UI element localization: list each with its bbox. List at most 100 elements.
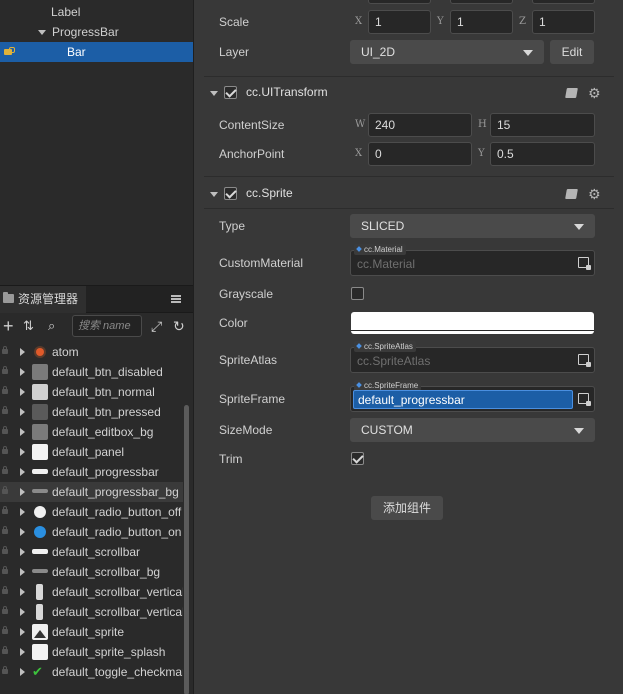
- refresh-icon[interactable]: ↻: [173, 317, 185, 335]
- chevron-right-icon[interactable]: [20, 368, 25, 376]
- lock-icon[interactable]: [2, 386, 8, 394]
- hierarchy-node-progressbar[interactable]: ProgressBar: [38, 22, 119, 42]
- help-book-icon[interactable]: [565, 88, 578, 98]
- list-item[interactable]: default_sprite: [0, 622, 183, 642]
- lock-icon[interactable]: [2, 406, 8, 414]
- chevron-right-icon[interactable]: [20, 488, 25, 496]
- lock-open-icon[interactable]: [4, 47, 15, 56]
- gear-icon[interactable]: ⚙: [588, 86, 601, 100]
- list-item[interactable]: default_scrollbar_vertical_bg: [0, 602, 183, 622]
- chevron-right-icon[interactable]: [20, 408, 25, 416]
- color-swatch[interactable]: [351, 312, 594, 334]
- trim-checkbox[interactable]: [351, 452, 364, 465]
- uitransform-header[interactable]: cc.UITransform ⚙: [194, 78, 623, 108]
- list-item[interactable]: default_progressbar: [0, 462, 183, 482]
- lock-icon[interactable]: [2, 506, 8, 514]
- list-item[interactable]: default_panel: [0, 442, 183, 462]
- chevron-right-icon[interactable]: [20, 548, 25, 556]
- add-component-button[interactable]: 添加组件: [371, 496, 443, 520]
- search-filter-icon[interactable]: ⌕: [48, 317, 55, 335]
- chevron-right-icon[interactable]: [20, 568, 25, 576]
- scale-y-field[interactable]: 1: [450, 10, 513, 34]
- grayscale-checkbox[interactable]: [351, 287, 364, 300]
- collapse-arrow-icon[interactable]: [210, 192, 218, 197]
- chevron-right-icon[interactable]: [20, 528, 25, 536]
- contentsize-height-field[interactable]: 15: [490, 113, 595, 137]
- chevron-right-icon[interactable]: [20, 608, 25, 616]
- sort-icon[interactable]: ⇅: [23, 317, 34, 335]
- list-item[interactable]: default_btn_normal: [0, 382, 183, 402]
- custommaterial-field[interactable]: cc.Material cc.Material: [350, 244, 595, 276]
- list-item[interactable]: default_editbox_bg: [0, 422, 183, 442]
- chevron-right-icon[interactable]: [20, 348, 25, 356]
- sprite-header[interactable]: cc.Sprite ⚙: [194, 179, 623, 209]
- spriteframe-field[interactable]: cc.SpriteFrame default_progressbar: [350, 380, 595, 412]
- list-item[interactable]: default_scrollbar_bg: [0, 562, 183, 582]
- scale-x-field[interactable]: 1: [368, 10, 431, 34]
- list-item[interactable]: default_radio_button_on: [0, 522, 183, 542]
- list-item[interactable]: default_progressbar_bg: [0, 482, 183, 502]
- chevron-right-icon[interactable]: [20, 648, 25, 656]
- chevron-right-icon[interactable]: [20, 588, 25, 596]
- gear-icon[interactable]: ⚙: [588, 187, 601, 201]
- lock-icon[interactable]: [2, 426, 8, 434]
- asset-picker-icon[interactable]: [578, 354, 591, 367]
- asset-picker-icon[interactable]: [578, 257, 591, 270]
- chevron-right-icon[interactable]: [20, 468, 25, 476]
- scale-z-field[interactable]: 1: [532, 10, 595, 34]
- chevron-right-icon[interactable]: [20, 448, 25, 456]
- list-item[interactable]: ✔ default_toggle_checkmark: [0, 662, 183, 682]
- lock-icon[interactable]: [2, 526, 8, 534]
- position-y-field[interactable]: [450, 0, 513, 4]
- hierarchy-node-bar[interactable]: Bar: [0, 42, 193, 62]
- lock-icon[interactable]: [2, 466, 8, 474]
- list-item[interactable]: default_btn_disabled: [0, 362, 183, 382]
- chevron-right-icon[interactable]: [20, 668, 25, 676]
- expand-all-icon[interactable]: ⤢: [151, 317, 162, 335]
- anchorpoint-x-field[interactable]: 0: [368, 142, 472, 166]
- asset-search-input[interactable]: 搜索 name: [72, 315, 142, 337]
- lock-icon[interactable]: [2, 486, 8, 494]
- sprite-enabled-checkbox[interactable]: [224, 187, 237, 200]
- lock-icon[interactable]: [2, 606, 8, 614]
- spriteatlas-field[interactable]: cc.SpriteAtlas cc.SpriteAtlas: [350, 341, 595, 373]
- spriteframe-selected-asset[interactable]: default_progressbar: [353, 390, 573, 409]
- lock-icon[interactable]: [2, 546, 8, 554]
- contentsize-width-field[interactable]: 240: [368, 113, 472, 137]
- lock-icon[interactable]: [2, 446, 8, 454]
- tab-asset-manager[interactable]: 资源管理器: [0, 286, 86, 313]
- collapse-arrow-icon[interactable]: [210, 91, 218, 96]
- asset-picker-icon[interactable]: [578, 393, 591, 406]
- list-item[interactable]: default_scrollbar_vertical: [0, 582, 183, 602]
- lock-icon[interactable]: [2, 346, 8, 354]
- list-item[interactable]: default_radio_button_off: [0, 502, 183, 522]
- help-book-icon[interactable]: [565, 189, 578, 199]
- chevron-right-icon[interactable]: [20, 388, 25, 396]
- list-item[interactable]: atom: [0, 342, 183, 362]
- expand-arrow-icon[interactable]: [38, 30, 46, 36]
- list-item[interactable]: default_btn_pressed: [0, 402, 183, 422]
- chevron-right-icon[interactable]: [20, 508, 25, 516]
- scrollbar[interactable]: [184, 405, 189, 694]
- lock-icon[interactable]: [2, 366, 8, 374]
- lock-icon[interactable]: [2, 566, 8, 574]
- uitransform-enabled-checkbox[interactable]: [224, 86, 237, 99]
- menu-icon[interactable]: [171, 295, 181, 303]
- lock-icon[interactable]: [2, 666, 8, 674]
- list-item[interactable]: default_sprite_splash: [0, 642, 183, 662]
- chevron-right-icon[interactable]: [20, 628, 25, 636]
- lock-icon[interactable]: [2, 646, 8, 654]
- position-z-field[interactable]: [532, 0, 595, 4]
- type-select[interactable]: SLICED: [350, 214, 595, 238]
- hierarchy-node-label[interactable]: Label: [51, 2, 80, 22]
- lock-icon[interactable]: [2, 586, 8, 594]
- add-icon[interactable]: +: [3, 317, 14, 335]
- list-item[interactable]: default_scrollbar: [0, 542, 183, 562]
- sizemode-select[interactable]: CUSTOM: [350, 418, 595, 442]
- chevron-right-icon[interactable]: [20, 428, 25, 436]
- lock-icon[interactable]: [2, 626, 8, 634]
- edit-layer-button[interactable]: Edit: [550, 40, 594, 64]
- anchorpoint-y-field[interactable]: 0.5: [490, 142, 595, 166]
- position-x-field[interactable]: [368, 0, 431, 4]
- layer-select[interactable]: UI_2D: [350, 40, 544, 64]
